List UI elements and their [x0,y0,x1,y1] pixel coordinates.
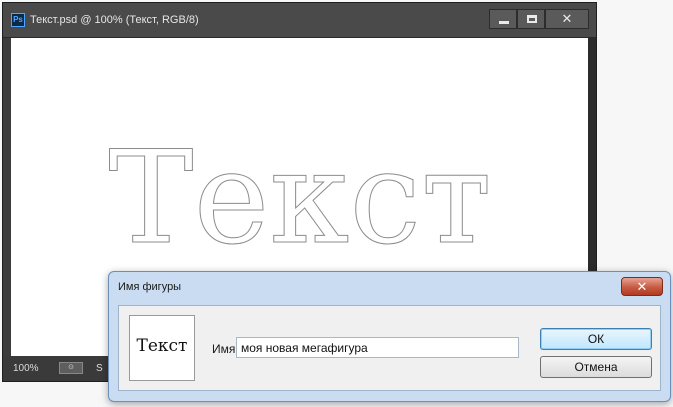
close-icon: ✕ [561,11,573,26]
document-title: Текст.psd @ 100% (Текст, RGB/8) [30,14,199,26]
photoshop-logo-icon: Ps [11,13,25,27]
minimize-icon [499,21,509,24]
maximize-button[interactable] [517,9,545,29]
canvas-text-outline: Текст [108,124,492,273]
name-label: Имя: [212,342,239,356]
cancel-button[interactable]: Отмена [540,356,652,378]
minimize-button[interactable] [489,9,517,29]
shape-preview-text: Текст [136,336,188,356]
close-button[interactable]: ✕ [545,9,589,29]
document-info-icon[interactable]: ⊙ [59,362,83,374]
dialog-content: Текст Имя: ОК Отмена [118,305,661,391]
status-info-text: S [96,363,103,374]
close-icon: ✕ [636,279,648,294]
zoom-level[interactable]: 100% [13,363,39,374]
document-titlebar[interactable]: Ps Текст.psd @ 100% (Текст, RGB/8) ✕ [3,3,596,38]
dialog-title: Имя фигуры [118,281,182,293]
shape-name-dialog: Имя фигуры ✕ Текст Имя: ОК Отмена [108,271,671,402]
shape-name-input[interactable] [236,337,519,358]
shape-preview: Текст [129,315,195,381]
ok-button[interactable]: ОК [540,328,652,350]
dialog-close-button[interactable]: ✕ [621,277,663,296]
maximize-icon [527,15,537,23]
